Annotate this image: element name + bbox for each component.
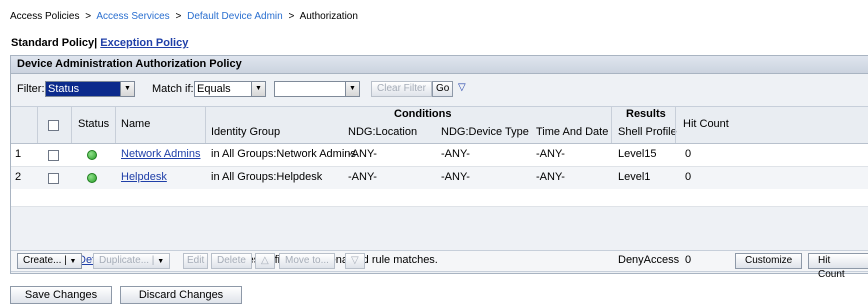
match-if-label: Match if: [152, 83, 194, 95]
ndg-device-type-value: -ANY- [441, 171, 470, 183]
column-header-status[interactable]: Status [78, 118, 109, 130]
clear-filter-button[interactable]: Clear Filter [371, 81, 432, 97]
hit-count-value: 0 [685, 171, 692, 183]
policy-tabs: Standard Policy| Exception Policy [11, 37, 188, 49]
ndg-location-value: -ANY- [348, 148, 377, 160]
create-button-label: Create... | [23, 255, 67, 266]
column-header-ndg-device-type[interactable]: NDG:Device Type [441, 126, 529, 138]
table-empty-area [11, 206, 868, 251]
authorization-policy-panel: Device Administration Authorization Poli… [10, 55, 868, 280]
delete-button[interactable]: Delete [211, 253, 252, 269]
ndg-device-type-value: -ANY- [441, 148, 470, 160]
go-button[interactable]: Go [432, 81, 454, 97]
column-header-ndg-location[interactable]: NDG:Location [348, 126, 417, 138]
filter-field-select[interactable]: Status ▼ [45, 81, 135, 97]
discard-changes-button[interactable]: Discard Changes [120, 286, 242, 304]
breadcrumb: Access Policies > Access Services > Defa… [10, 11, 358, 22]
tab-standard-policy[interactable]: Standard Policy [11, 37, 94, 49]
policy-table: Status Name Conditions Identity Group ND… [11, 106, 868, 272]
breadcrumb-link-access-services[interactable]: Access Services [96, 11, 169, 22]
column-header-hit-count[interactable]: Hit Count [683, 118, 729, 130]
rule-name-link[interactable]: Helpdesk [121, 171, 167, 183]
breadcrumb-link-default-device-admin[interactable]: Default Device Admin [187, 11, 283, 22]
rule-name-link[interactable]: Network Admins [121, 148, 200, 160]
breadcrumb-separator: > [288, 11, 295, 22]
column-divider [115, 107, 116, 143]
table-row[interactable]: 1 Network Admins in All Groups:Network A… [11, 144, 868, 166]
chevron-down-icon[interactable]: ▼ [345, 82, 359, 96]
chevron-down-icon[interactable]: ▼ [70, 258, 77, 265]
select-all-checkbox[interactable] [48, 120, 59, 131]
row-checkbox[interactable] [48, 150, 59, 161]
duplicate-button[interactable]: Duplicate... | ▼ [93, 253, 171, 269]
row-number: 1 [15, 148, 22, 160]
column-divider [611, 107, 612, 143]
move-down-button[interactable]: ▽ [345, 253, 365, 269]
column-divider [71, 107, 72, 143]
column-header-time-and-date[interactable]: Time And Date [536, 126, 608, 138]
filter-field-value: Status [48, 83, 80, 95]
match-operator-value: Equals [197, 83, 231, 95]
breadcrumb-item-authorization: Authorization [299, 11, 358, 22]
identity-group-value: in All Groups:Helpdesk [211, 171, 323, 183]
ndg-location-value: -ANY- [348, 171, 377, 183]
chevron-down-icon[interactable]: ▼ [157, 258, 164, 265]
time-and-date-value: -ANY- [536, 171, 565, 183]
filter-bar: Filter: Status ▼ Match if: Equals ▼ ▼ Cl… [11, 76, 868, 102]
status-enabled-icon [87, 173, 97, 183]
row-checkbox[interactable] [48, 173, 59, 184]
table-header: Status Name Conditions Identity Group ND… [11, 106, 868, 144]
edit-button[interactable]: Edit [183, 253, 209, 269]
match-operator-select[interactable]: Equals ▼ [194, 81, 266, 97]
row-number: 2 [15, 171, 22, 183]
column-header-shell-profile[interactable]: Shell Profile [618, 126, 677, 138]
tab-divider: | [94, 37, 98, 49]
move-up-button[interactable]: △ [255, 253, 275, 269]
shell-profile-value: Level1 [618, 171, 651, 183]
breadcrumb-separator: > [175, 11, 182, 22]
duplicate-button-label: Duplicate... | [99, 255, 155, 266]
panel-title: Device Administration Authorization Poli… [11, 56, 868, 74]
action-bar: Create... | ▼ Duplicate... | ▼ Edit Dele… [11, 248, 868, 280]
hit-count-button[interactable]: Hit Count [808, 253, 868, 280]
filter-label: Filter: [17, 83, 45, 95]
identity-group-value: in All Groups:Network Admins [211, 148, 356, 160]
hit-count-value: 0 [685, 148, 692, 160]
chevron-down-icon[interactable]: ▼ [251, 82, 265, 96]
create-button[interactable]: Create... | ▼ [17, 253, 83, 269]
customize-button[interactable]: Customize [735, 253, 803, 269]
column-header-identity-group[interactable]: Identity Group [211, 126, 280, 138]
group-header-conditions: Conditions [394, 108, 452, 120]
column-header-name[interactable]: Name [121, 118, 150, 130]
group-header-results: Results [626, 108, 666, 120]
table-row[interactable]: 2 Helpdesk in All Groups:Helpdesk -ANY- … [11, 167, 868, 189]
save-changes-button[interactable]: Save Changes [10, 286, 112, 304]
column-divider [675, 107, 676, 143]
column-divider [37, 107, 38, 143]
column-divider [205, 107, 206, 143]
filter-menu-icon[interactable]: ▽ [458, 81, 466, 95]
breadcrumb-item-access-policies: Access Policies [10, 11, 80, 22]
filter-value-select[interactable]: ▼ [274, 81, 360, 97]
move-to-button[interactable]: Move to... [279, 253, 335, 269]
chevron-down-icon[interactable]: ▼ [120, 82, 134, 96]
shell-profile-value: Level15 [618, 148, 657, 160]
breadcrumb-separator: > [85, 11, 92, 22]
time-and-date-value: -ANY- [536, 148, 565, 160]
status-enabled-icon [87, 150, 97, 160]
tab-exception-policy[interactable]: Exception Policy [100, 37, 188, 49]
